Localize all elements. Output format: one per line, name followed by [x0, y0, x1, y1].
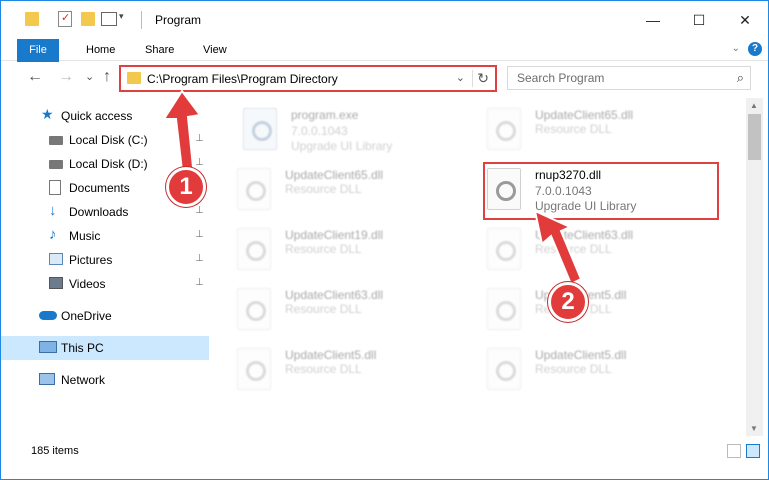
annotation-arrows — [162, 89, 583, 286]
arrow-1-icon — [162, 89, 202, 181]
step-1-badge: 1 — [166, 167, 206, 207]
arrow-2-icon — [533, 209, 583, 286]
file-explorer-window: ✓ ▾ Program — ☐ ✕ File Home Share View ⌄… — [0, 0, 769, 480]
step-2-badge: 2 — [548, 282, 588, 322]
